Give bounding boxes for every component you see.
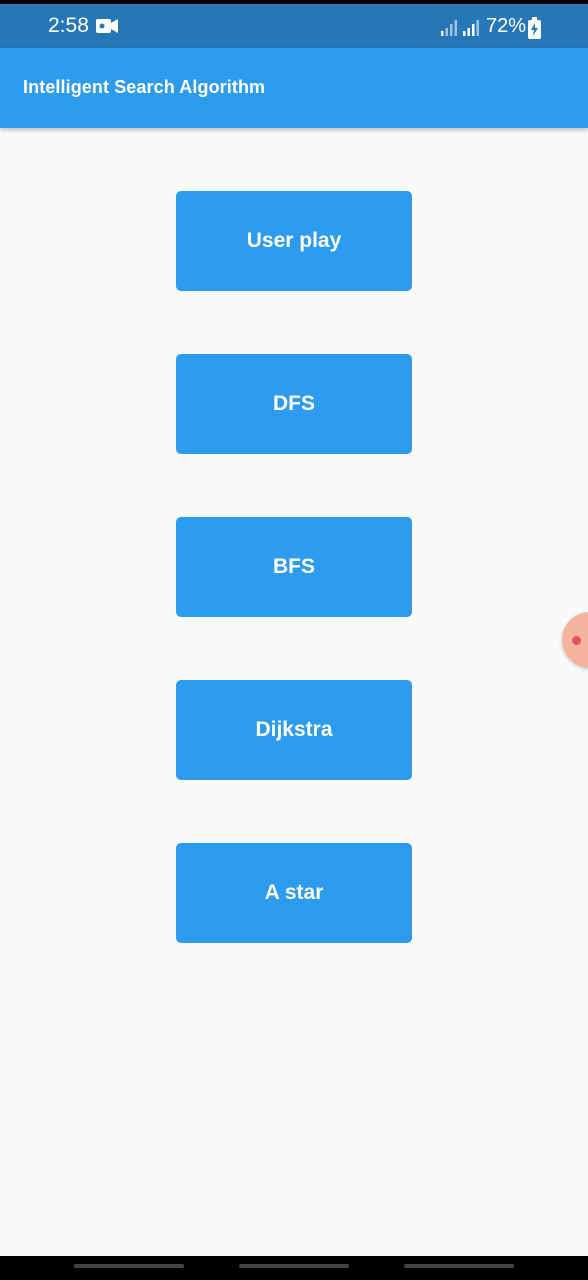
system-navigation-bar bbox=[0, 1256, 588, 1280]
dijkstra-button[interactable]: Dijkstra bbox=[176, 680, 412, 780]
nav-back-handle[interactable] bbox=[404, 1264, 514, 1268]
status-time: 2:58 bbox=[48, 14, 89, 37]
app-bar: Intelligent Search Algorithm bbox=[0, 48, 588, 128]
status-bar: 2:58 72% bbox=[0, 4, 588, 48]
battery-charging-icon bbox=[528, 17, 541, 39]
floating-assistant-bubble[interactable] bbox=[562, 612, 588, 668]
screen: 2:58 72% Intelligent Search Algorithm Us… bbox=[0, 0, 588, 1280]
video-camera-icon bbox=[96, 19, 118, 33]
app-title: Intelligent Search Algorithm bbox=[23, 77, 266, 97]
signal-strength-icon bbox=[463, 20, 479, 36]
battery-percent: 72% bbox=[486, 15, 527, 37]
bfs-button[interactable]: BFS bbox=[176, 517, 412, 617]
algorithm-menu: User play DFS BFS Dijkstra A star bbox=[176, 191, 412, 1006]
dfs-button[interactable]: DFS bbox=[176, 354, 412, 454]
a-star-button[interactable]: A star bbox=[176, 843, 412, 943]
bubble-dot-icon bbox=[572, 636, 581, 645]
user-play-button[interactable]: User play bbox=[176, 191, 412, 291]
nav-recents-handle[interactable] bbox=[74, 1264, 184, 1268]
nav-home-handle[interactable] bbox=[239, 1264, 349, 1268]
signal-strength-icon bbox=[441, 20, 457, 36]
